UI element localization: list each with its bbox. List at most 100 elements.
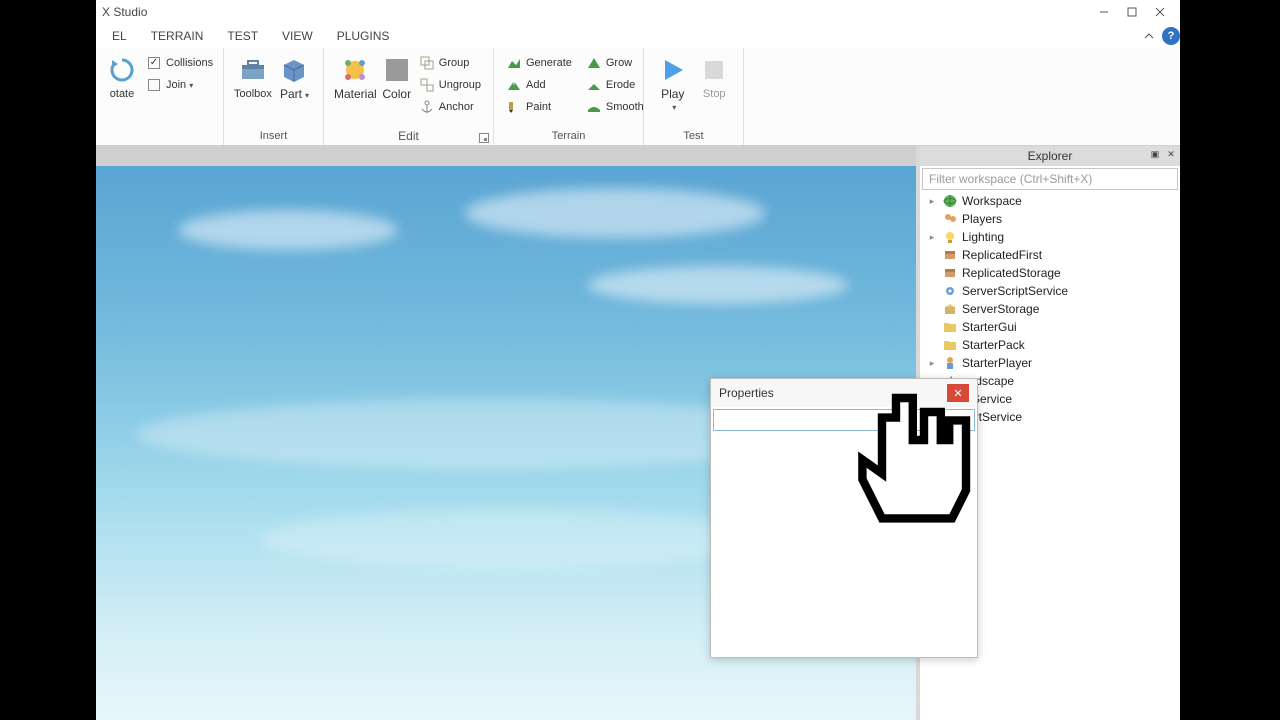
expand-icon[interactable]: ▸: [926, 196, 938, 207]
paint-button[interactable]: Paint: [502, 96, 576, 118]
generate-button[interactable]: Generate: [502, 52, 576, 74]
tab-test[interactable]: TEST: [215, 24, 270, 48]
expand-icon[interactable]: ▸: [926, 358, 938, 369]
erode-button[interactable]: Erode: [582, 74, 648, 96]
tree-item-label: Workspace: [962, 194, 1022, 208]
collapse-ribbon-icon[interactable]: [1140, 27, 1158, 45]
players-icon: [942, 211, 958, 227]
workspace: Explorer ▣ ✕ Filter workspace (Ctrl+Shif…: [96, 146, 1180, 720]
tree-item[interactable]: StarterGui: [920, 318, 1180, 336]
tree-item-label: StarterGui: [962, 320, 1017, 334]
tree-item-label: ServerStorage: [962, 302, 1039, 316]
explorer-filter-input[interactable]: Filter workspace (Ctrl+Shift+X): [922, 168, 1178, 190]
add-button[interactable]: +Add: [502, 74, 576, 96]
folder-icon: [942, 319, 958, 335]
explorer-titlebar[interactable]: Explorer ▣ ✕: [920, 146, 1180, 166]
rotate-icon: [106, 54, 138, 86]
tree-item[interactable]: ▸ StarterPlayer: [920, 354, 1180, 372]
properties-window[interactable]: Properties ✕: [710, 378, 978, 658]
ungroup-icon: [419, 77, 435, 93]
part-icon: [278, 54, 310, 86]
properties-close-button[interactable]: ✕: [947, 384, 969, 402]
checkbox-icon: [148, 57, 160, 69]
expand-icon[interactable]: ▸: [926, 232, 938, 243]
app-window: X Studio EL TERRAIN TEST VIEW PLUGINS ? …: [96, 0, 1180, 720]
ungroup-button[interactable]: Ungroup: [415, 74, 485, 96]
tree-item[interactable]: ▸ Workspace: [920, 192, 1180, 210]
tree-item[interactable]: ServerStorage: [920, 300, 1180, 318]
toolbox-button[interactable]: Toolbox: [234, 54, 272, 100]
grow-button[interactable]: Grow: [582, 52, 648, 74]
tab-terrain[interactable]: TERRAIN: [139, 24, 216, 48]
viewport-header: [96, 146, 916, 166]
tab-view[interactable]: VIEW: [270, 24, 325, 48]
anchor-button[interactable]: Anchor: [415, 96, 485, 118]
undock-icon[interactable]: ▣: [1148, 147, 1162, 161]
svg-text:+: +: [510, 78, 517, 89]
tree-item-label: StarterPlayer: [962, 356, 1032, 370]
repl-icon: [942, 247, 958, 263]
help-icon[interactable]: ?: [1162, 27, 1180, 45]
tree-item-label: StarterPack: [962, 338, 1025, 352]
tree-item[interactable]: ▸ Lighting: [920, 228, 1180, 246]
tree-item[interactable]: ReplicatedFirst: [920, 246, 1180, 264]
properties-filter-input[interactable]: [713, 409, 975, 431]
ribbon-tabs: EL TERRAIN TEST VIEW PLUGINS ?: [96, 24, 1180, 48]
join-toggle[interactable]: Join ▾: [144, 74, 217, 96]
group-label-test: Test: [644, 127, 743, 145]
close-button[interactable]: [1146, 0, 1174, 24]
group-label-insert: Insert: [224, 127, 323, 145]
minimize-button[interactable]: [1090, 0, 1118, 24]
player-icon: [942, 355, 958, 371]
toolbox-icon: [237, 54, 269, 86]
store-icon: [942, 301, 958, 317]
titlebar: X Studio: [96, 0, 1180, 24]
group-button[interactable]: Group: [415, 52, 485, 74]
collisions-toggle[interactable]: Collisions: [144, 52, 217, 74]
material-button[interactable]: Material: [334, 54, 377, 101]
tree-item-label: Players: [962, 212, 1002, 226]
chevron-down-icon: ▾: [672, 103, 676, 112]
chevron-down-icon: ▾: [189, 81, 193, 90]
tree-item[interactable]: Players: [920, 210, 1180, 228]
ribbon: otate Collisions Join ▾: [96, 48, 1180, 146]
tree-item[interactable]: ServerScriptService: [920, 282, 1180, 300]
window-title: X Studio: [102, 5, 147, 19]
smooth-button[interactable]: Smooth: [582, 96, 648, 118]
terrain-smooth-icon: [586, 99, 602, 115]
light-icon: [942, 229, 958, 245]
gear-icon: [942, 283, 958, 299]
tree-item[interactable]: StarterPack: [920, 336, 1180, 354]
color-icon: [381, 54, 413, 86]
tree-item[interactable]: ReplicatedStorage: [920, 264, 1180, 282]
rotate-button[interactable]: otate: [106, 54, 138, 100]
color-button[interactable]: Color: [381, 54, 413, 101]
terrain-grow-icon: [586, 55, 602, 71]
chevron-down-icon: ▾: [305, 91, 309, 100]
tab-plugins[interactable]: PLUGINS: [325, 24, 402, 48]
maximize-button[interactable]: [1118, 0, 1146, 24]
anchor-icon: [419, 99, 435, 115]
part-button[interactable]: Part▾: [276, 54, 313, 101]
tree-item-label: Lighting: [962, 230, 1004, 244]
properties-titlebar[interactable]: Properties ✕: [711, 379, 977, 407]
material-icon: [339, 54, 371, 86]
dialog-launcher-icon[interactable]: [479, 133, 489, 143]
tree-item-label: ServerScriptService: [962, 284, 1068, 298]
stop-button[interactable]: Stop: [696, 54, 734, 100]
tab-el[interactable]: EL: [100, 24, 139, 48]
close-icon[interactable]: ✕: [1164, 147, 1178, 161]
play-button[interactable]: Play▾: [654, 54, 692, 113]
terrain-generate-icon: [506, 55, 522, 71]
terrain-add-icon: +: [506, 77, 522, 93]
stop-icon: [698, 54, 730, 86]
play-icon: [657, 54, 689, 86]
repl-icon: [942, 265, 958, 281]
group-label-edit: Edit: [324, 127, 493, 145]
folder-icon: [942, 337, 958, 353]
terrain-erode-icon: [586, 77, 602, 93]
group-icon: [419, 55, 435, 71]
globe-icon: [942, 193, 958, 209]
checkbox-icon: [148, 79, 160, 91]
terrain-paint-icon: [506, 99, 522, 115]
